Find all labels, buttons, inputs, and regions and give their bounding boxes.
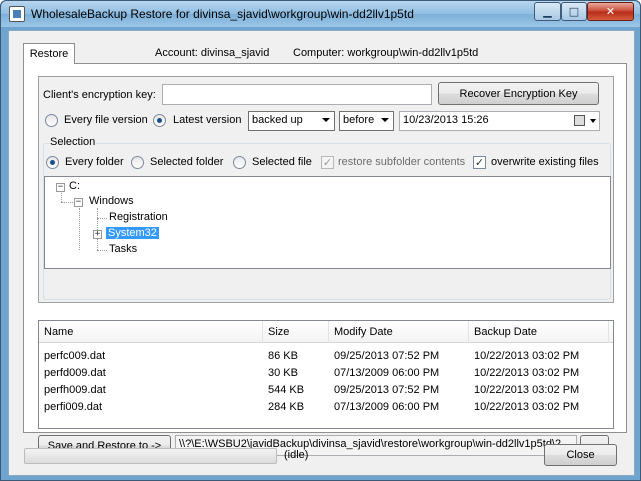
- column-header-backup-date[interactable]: Backup Date: [469, 321, 609, 343]
- app-window: WholesaleBackup Restore for divinsa_sjav…: [0, 0, 641, 481]
- file-name-cell: perfi009.dat: [44, 401, 103, 413]
- column-header-name[interactable]: Name: [39, 321, 263, 343]
- client-area: Restore Account: divinsa_sjavid Computer…: [8, 30, 635, 476]
- modify-date-cell: 09/25/2013 07:52 PM: [334, 350, 440, 362]
- modify-date-cell: 07/13/2009 06:00 PM: [334, 367, 440, 379]
- column-header-modify-date[interactable]: Modify Date: [329, 321, 469, 343]
- app-icon: [9, 6, 25, 22]
- version-state-combo[interactable]: backed up: [248, 111, 335, 131]
- backup-date-cell: 10/22/2013 03:02 PM: [474, 384, 580, 396]
- tree-node-registration[interactable]: Registration: [109, 211, 168, 223]
- table-row[interactable]: perfi009.dat 284 KB 07/13/2009 06:00 PM …: [39, 400, 613, 417]
- every-folder-label: Every folder: [65, 156, 124, 168]
- tree-line: [97, 250, 107, 251]
- restore-tab-panel: Client's encryption key: Recover Encrypt…: [23, 63, 627, 456]
- chevron-down-icon: [381, 118, 389, 122]
- table-row[interactable]: perfc009.dat 86 KB 09/25/2013 07:52 PM 1…: [39, 349, 613, 366]
- every-folder-radio[interactable]: [46, 156, 59, 169]
- file-size-cell: 30 KB: [268, 367, 298, 379]
- file-name-cell: perfd009.dat: [44, 367, 106, 379]
- version-state-value: backed up: [252, 114, 303, 126]
- restore-subfolder-checkbox[interactable]: ✓: [321, 156, 334, 169]
- latest-version-label: Latest version: [173, 114, 242, 126]
- column-header-size[interactable]: Size: [263, 321, 329, 343]
- table-row[interactable]: perfh009.dat 544 KB 09/25/2013 07:52 PM …: [39, 383, 613, 400]
- folder-tree[interactable]: − C: − Windows Registration + System32 T…: [44, 176, 611, 269]
- date-relation-combo[interactable]: before: [339, 111, 394, 131]
- selected-folder-radio[interactable]: [131, 156, 144, 169]
- file-list[interactable]: Name Size Modify Date Backup Date perfc0…: [38, 320, 614, 429]
- backup-date-cell: 10/22/2013 03:02 PM: [474, 350, 580, 362]
- encryption-key-label: Client's encryption key:: [43, 89, 156, 101]
- expand-icon[interactable]: +: [93, 230, 102, 239]
- collapse-icon[interactable]: −: [56, 183, 65, 192]
- tree-line: [61, 202, 73, 203]
- overwrite-existing-checkbox[interactable]: ✓: [473, 156, 486, 169]
- tree-line: [97, 218, 107, 219]
- selected-file-label: Selected file: [252, 156, 312, 168]
- restore-subfolder-label: restore subfolder contents: [338, 156, 466, 168]
- chevron-down-icon: [322, 118, 330, 122]
- every-file-version-radio[interactable]: [45, 114, 58, 127]
- file-size-cell: 86 KB: [268, 350, 298, 362]
- encryption-key-input[interactable]: [162, 84, 432, 105]
- window-title: WholesaleBackup Restore for divinsa_sjav…: [31, 7, 414, 21]
- selection-group-box: Every folder Selected folder Selected fi…: [43, 143, 611, 300]
- tree-line: [61, 193, 62, 202]
- selected-folder-label: Selected folder: [150, 156, 224, 168]
- restore-options-box: Client's encryption key: Recover Encrypt…: [38, 76, 614, 303]
- file-name-cell: perfh009.dat: [44, 384, 106, 396]
- file-size-cell: 544 KB: [268, 384, 305, 396]
- collapse-icon[interactable]: −: [74, 198, 83, 207]
- backup-date-cell: 10/22/2013 03:02 PM: [474, 367, 580, 379]
- progress-bar: [24, 448, 277, 464]
- tab-restore[interactable]: Restore: [23, 43, 75, 64]
- computer-label: Computer: workgroup\win-dd2llv1p5td: [293, 47, 479, 59]
- latest-version-radio[interactable]: [153, 114, 166, 127]
- tree-node-system32[interactable]: System32: [106, 227, 159, 239]
- datetime-picker[interactable]: 10/23/2013 15:26: [399, 111, 600, 131]
- overwrite-existing-label: overwrite existing files: [491, 156, 599, 168]
- file-size-cell: 284 KB: [268, 401, 305, 413]
- tree-line: [79, 208, 80, 250]
- calendar-icon[interactable]: [574, 115, 585, 126]
- minimize-button[interactable]: ▁: [534, 2, 561, 21]
- maximize-button[interactable]: □: [561, 2, 587, 21]
- backup-date-cell: 10/22/2013 03:02 PM: [474, 401, 580, 413]
- modify-date-cell: 07/13/2009 06:00 PM: [334, 401, 440, 413]
- close-button[interactable]: Close: [544, 444, 617, 466]
- selection-group-label: Selection: [49, 136, 97, 148]
- chevron-down-icon: [590, 119, 596, 123]
- recover-encryption-key-button[interactable]: Recover Encryption Key: [438, 82, 599, 105]
- modify-date-cell: 09/25/2013 07:52 PM: [334, 384, 440, 396]
- table-row[interactable]: perfd009.dat 30 KB 07/13/2009 06:00 PM 1…: [39, 366, 613, 383]
- tree-node-c-drive[interactable]: C:: [69, 180, 80, 192]
- close-window-button[interactable]: ✕: [587, 2, 634, 21]
- datetime-value: 10/23/2013 15:26: [403, 114, 489, 126]
- title-bar[interactable]: WholesaleBackup Restore for divinsa_sjav…: [1, 1, 640, 27]
- date-relation-value: before: [343, 114, 375, 126]
- file-name-cell: perfc009.dat: [44, 350, 106, 362]
- every-file-version-label: Every file version: [64, 114, 148, 126]
- tree-node-windows[interactable]: Windows: [89, 195, 134, 207]
- file-list-header: Name Size Modify Date Backup Date: [39, 321, 613, 343]
- status-text: (idle): [284, 449, 309, 461]
- selected-file-radio[interactable]: [233, 156, 246, 169]
- account-label: Account: divinsa_sjavid: [155, 47, 270, 59]
- tree-node-tasks[interactable]: Tasks: [109, 243, 137, 255]
